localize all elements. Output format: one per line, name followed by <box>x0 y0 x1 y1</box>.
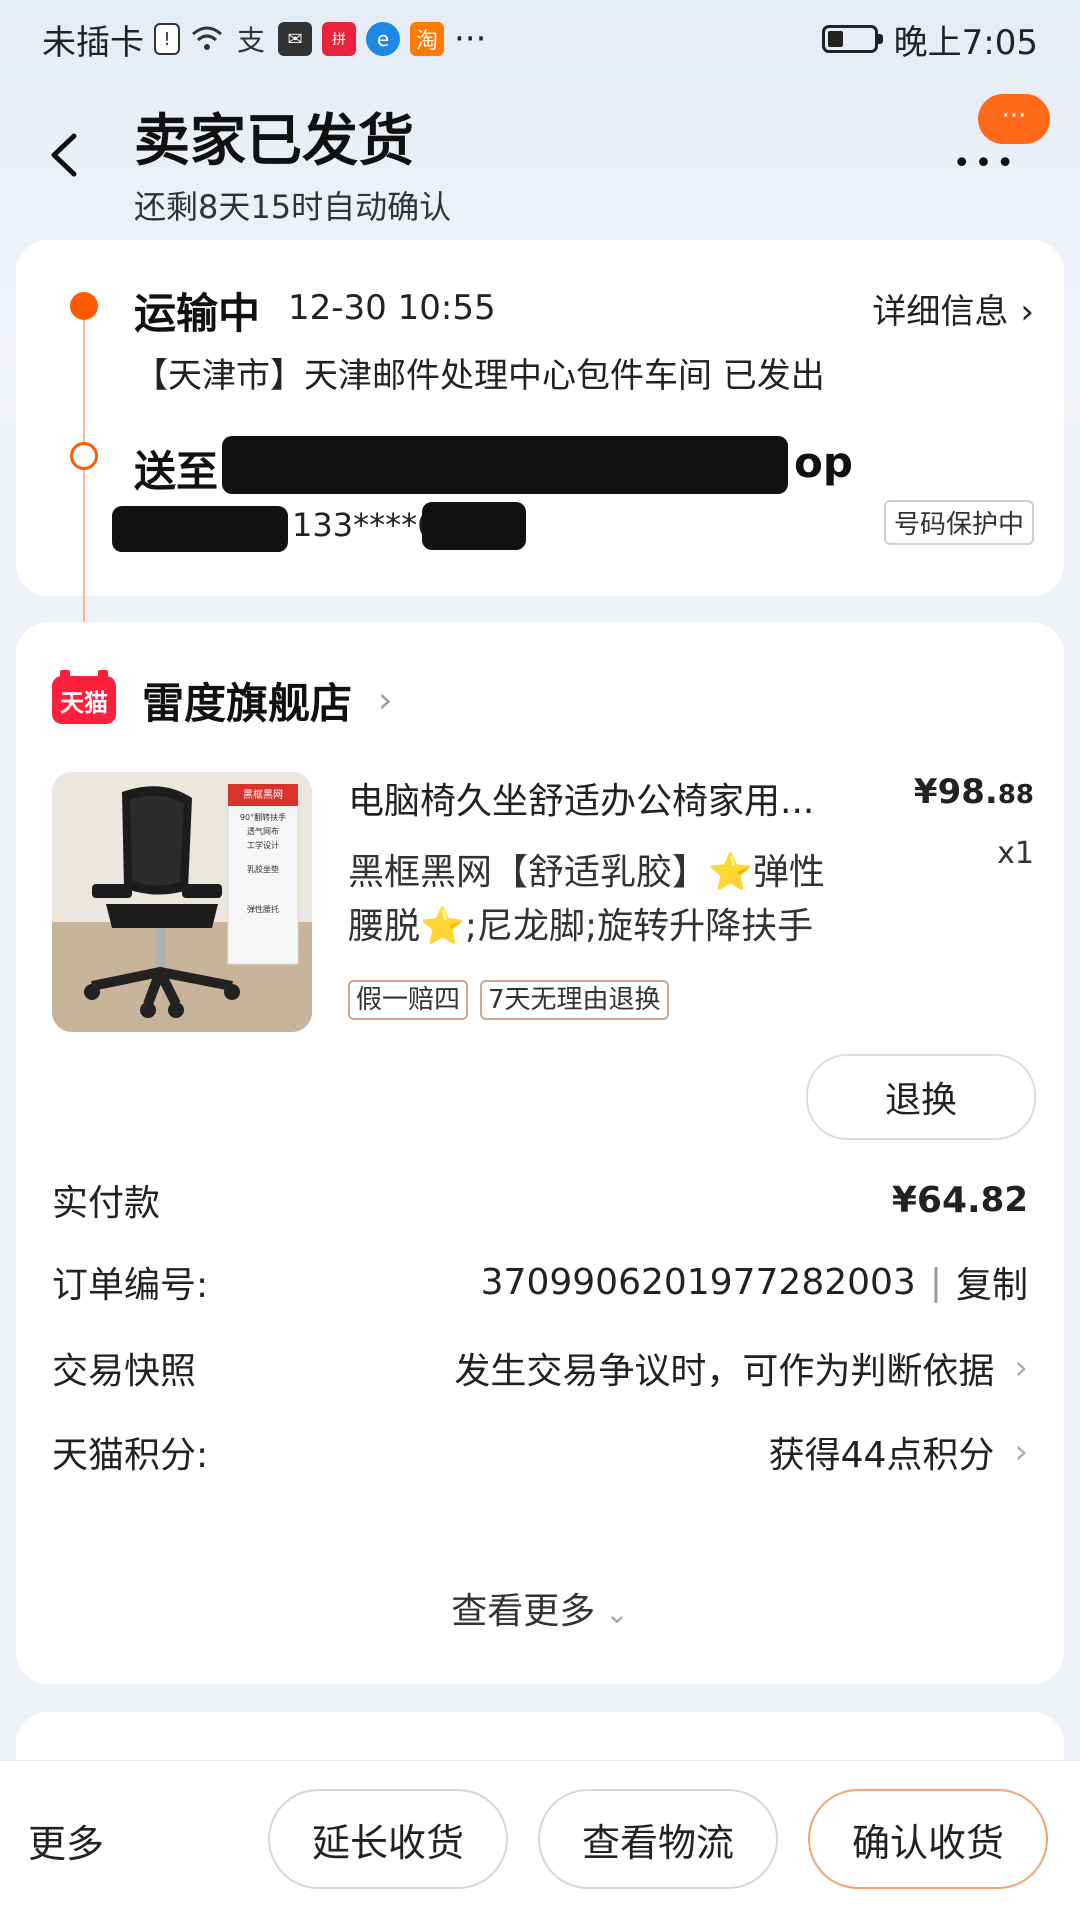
product-price-int: ¥98. <box>913 772 998 812</box>
snapshot-value-group: 发生交易争议时，可作为判断依据 › <box>454 1342 1028 1394</box>
product-image[interactable]: 黑框黑网 90°翻转扶手 透气网布 工学设计 乳胶坐垫 弹性腰托 <box>52 772 312 1032</box>
points-value: 获得44点积分 <box>768 1435 995 1476</box>
phone-number: 133****6 <box>292 506 438 544</box>
paid-amount-dec: 82 <box>980 1180 1028 1220</box>
points-value-group: 获得44点积分 › <box>769 1426 1028 1478</box>
page-title: 卖家已发货 <box>134 109 414 174</box>
name-redaction <box>112 506 288 552</box>
product-price-dec: 88 <box>997 780 1034 810</box>
product-sku: 黑框黑网【舒适乳胶】⭐弹性 腰脱⭐;尼龙脚;旋转升降扶手 <box>348 846 908 954</box>
alipay-icon: 支 <box>236 24 265 57</box>
shipping-card[interactable]: 运输中 12-30 10:55 详细信息 › 【天津市】天津邮件处理中心包件车间 … <box>16 240 1064 680</box>
more-actions-button[interactable]: 更多 <box>28 1813 104 1868</box>
snapshot-row[interactable]: 交易快照 发生交易争议时，可作为判断依据 › <box>52 1338 1028 1398</box>
paid-label: 实付款 <box>52 1183 161 1224</box>
copy-button[interactable]: 复制 <box>956 1256 1028 1308</box>
image-label-3: 工学设计 <box>247 841 279 850</box>
tag-7day-return: 7天无理由退换 <box>480 980 669 1020</box>
paid-row: 实付款 ¥64. 82 <box>52 1170 1028 1230</box>
paid-amount: ¥64. 82 <box>892 1180 1028 1221</box>
order-card: 天猫 雷度旗舰店 › 黑框黑网 90°翻转扶手 透气网布 工学设计 乳胶坐垫 弹… <box>16 622 1064 1684</box>
message-bubble-button[interactable]: ··· <box>978 94 1050 144</box>
number-protection-badge: 号码保护中 <box>883 500 1034 545</box>
chevron-down-icon: ⌄ <box>605 1597 629 1630</box>
see-more-label: 查看更多 <box>451 1591 596 1632</box>
office-chair-illustration <box>52 772 312 1032</box>
product-quantity: x1 <box>997 836 1034 871</box>
see-more-button[interactable]: 查看更多 ⌄ <box>16 1582 1064 1634</box>
tmall-logo-icon: 天猫 <box>52 670 116 724</box>
confirm-receipt-button[interactable]: 确认收货 <box>808 1789 1048 1889</box>
phone-redaction <box>422 502 526 550</box>
browser-icon: e <box>366 22 400 56</box>
detail-info-link[interactable]: 详细信息 › <box>872 284 1034 333</box>
bottom-action-bar: 更多 延长收货 查看物流 确认收货 <box>0 1760 1080 1921</box>
back-button[interactable] <box>44 130 84 180</box>
more-dots-icon: ··· <box>454 19 487 59</box>
timeline-dot-destination <box>70 442 98 470</box>
timeline-dot-active <box>70 292 98 320</box>
paid-amount-int-prefix: ¥64. <box>891 1179 981 1221</box>
deliver-address-tail: op <box>794 438 853 487</box>
battery-icon <box>821 25 883 53</box>
auto-confirm-countdown: 还剩8天15时自动确认 <box>134 188 452 226</box>
more-menu-button[interactable]: ••• <box>953 146 1018 181</box>
view-logistics-button[interactable]: 查看物流 <box>538 1789 778 1889</box>
shipping-status: 运输中 <box>134 289 261 338</box>
image-label-2: 透气网布 <box>247 827 279 836</box>
product-tags: 假一赔四 7天无理由退换 <box>348 980 669 1020</box>
refund-exchange-button[interactable]: 退换 <box>806 1054 1036 1140</box>
store-name: 雷度旗舰店 <box>142 678 353 728</box>
sku-line-2: 腰脱⭐;尼龙脚;旋转升降扶手 <box>348 906 814 947</box>
sku-line-1: 黑框黑网【舒适乳胶】⭐弹性 <box>348 852 825 893</box>
snapshot-value: 发生交易争议时，可作为判断依据 <box>454 1351 995 1392</box>
order-number-label: 订单编号: <box>52 1265 209 1306</box>
order-number-row: 订单编号: 3709906201977282003 | 复制 <box>52 1252 1028 1312</box>
image-label-5: 弹性腰托 <box>247 905 279 914</box>
clock: 晚上7:05 <box>893 22 1038 63</box>
image-label-1: 90°翻转扶手 <box>239 813 287 822</box>
store-header[interactable]: 天猫 雷度旗舰店 › <box>52 670 392 730</box>
chevron-right-icon: › <box>378 679 393 721</box>
shipping-time: 12-30 10:55 <box>288 288 496 328</box>
order-number-value: 3709906201977282003 <box>480 1261 916 1303</box>
carrier-label: 未插卡 <box>42 22 144 63</box>
mail-icon: ✉ <box>278 22 312 56</box>
shipping-message: 【天津市】天津邮件处理中心包件车间 已发出 <box>134 356 825 396</box>
product-title[interactable]: 电脑椅久坐舒适办公椅家用... <box>348 772 888 824</box>
address-redaction <box>222 436 788 494</box>
points-row[interactable]: 天猫积分: 获得44点积分 › <box>52 1422 1028 1482</box>
points-label: 天猫积分: <box>52 1435 209 1476</box>
separator: | <box>929 1261 942 1303</box>
pinduoduo-icon: 拼 <box>322 22 356 56</box>
extend-receipt-button[interactable]: 延长收货 <box>268 1789 508 1889</box>
status-bar: 未插卡 ! 支 ✉ 拼 e 淘 ··· 晚上7:05 <box>0 0 1080 78</box>
chevron-right-icon: › <box>1020 292 1034 332</box>
snapshot-label: 交易快照 <box>52 1351 197 1392</box>
taobao-icon: 淘 <box>410 22 444 56</box>
chevron-right-icon: › <box>1014 1432 1028 1472</box>
sim-alert-icon: ! <box>154 23 180 55</box>
tag-fake-compensation: 假一赔四 <box>348 980 469 1020</box>
image-label-0: 黑框黑网 <box>243 790 283 801</box>
chevron-right-icon: › <box>1014 1348 1028 1388</box>
image-label-4: 乳胶坐垫 <box>247 865 279 874</box>
detail-info-label: 详细信息 <box>872 292 1009 332</box>
product-price: ¥98.88 <box>914 772 1034 812</box>
wifi-icon <box>192 26 222 50</box>
order-number-value-group: 3709906201977282003 | 复制 <box>481 1256 1028 1308</box>
